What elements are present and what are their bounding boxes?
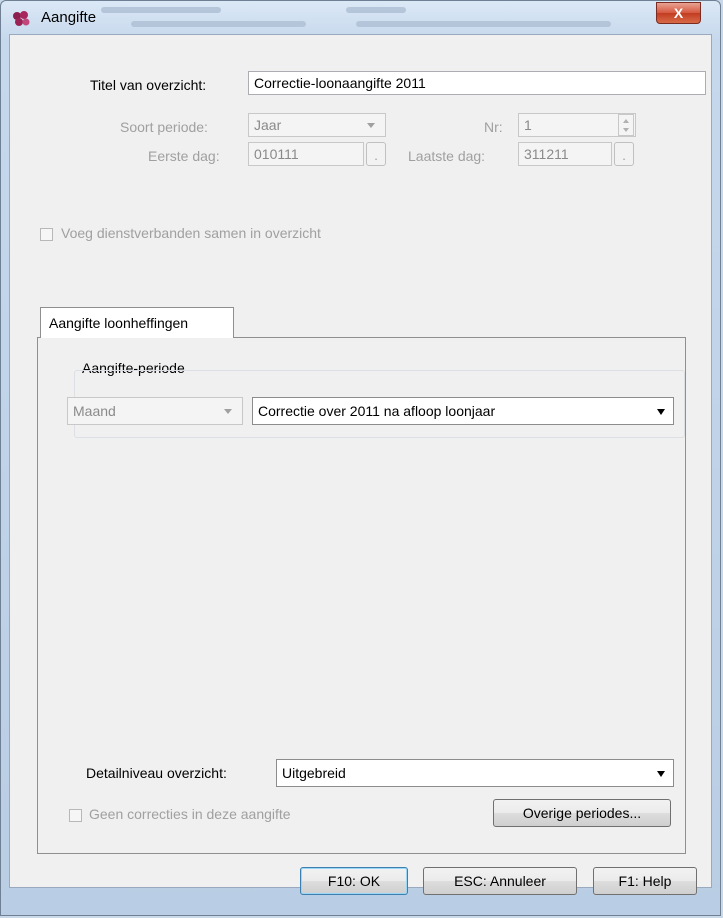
nr-label: Nr: <box>484 119 503 135</box>
background-ghost <box>101 7 221 13</box>
eerste-dag-label: Eerste dag: <box>148 148 220 164</box>
detailniveau-value: Uitgebreid <box>282 765 346 781</box>
help-button[interactable]: F1: Help <box>593 867 697 895</box>
periode-select[interactable]: Correctie over 2011 na afloop loonjaar <box>252 397 674 425</box>
background-ghost <box>346 7 406 13</box>
soort-periode-value: Jaar <box>254 117 282 133</box>
tab-aangifte-loonheffingen[interactable]: Aangifte loonheffingen <box>40 307 234 338</box>
maand-select[interactable]: Maand <box>67 397 243 425</box>
voeg-samen-label: Voeg dienstverbanden samen in overzicht <box>61 225 321 241</box>
voeg-samen-checkbox[interactable] <box>40 228 53 241</box>
date-picker-icon: . <box>622 148 626 163</box>
titel-label: Titel van overzicht: <box>90 77 207 93</box>
window-title: Aangifte <box>41 9 97 26</box>
detailniveau-select[interactable]: Uitgebreid <box>276 759 674 787</box>
chevron-down-icon <box>657 771 665 777</box>
nr-spinner[interactable] <box>618 114 634 136</box>
laatste-dag-picker-button[interactable]: . <box>614 142 634 166</box>
cancel-button[interactable]: ESC: Annuleer <box>423 867 577 895</box>
dialog-window: Aangifte X Titel van overzicht: Correcti… <box>0 0 721 916</box>
geen-correcties-checkbox[interactable] <box>69 809 82 822</box>
spin-down-icon <box>623 128 629 132</box>
app-flower-icon <box>13 11 30 26</box>
laatste-dag-input[interactable]: 311211 <box>518 142 612 166</box>
eerste-dag-input[interactable]: 010111 <box>248 142 364 166</box>
dialog-client-area: Titel van overzicht: Correctie-loonaangi… <box>9 34 712 888</box>
titel-input[interactable]: Correctie-loonaangifte 2011 <box>248 71 706 95</box>
soort-periode-select[interactable]: Jaar <box>248 113 386 137</box>
chevron-down-icon <box>657 409 665 415</box>
spin-up-icon <box>623 119 629 123</box>
chevron-down-icon <box>224 409 232 414</box>
chevron-down-icon <box>367 123 375 128</box>
laatste-dag-label: Laatste dag: <box>408 148 486 164</box>
background-ghost <box>131 21 306 27</box>
title-bar[interactable]: Aangifte X <box>1 1 720 35</box>
maand-value: Maand <box>73 403 116 419</box>
date-picker-icon: . <box>374 148 378 163</box>
ok-button[interactable]: F10: OK <box>300 867 408 895</box>
detailniveau-label: Detailniveau overzicht: <box>86 765 227 781</box>
nr-value: 1 <box>524 117 532 133</box>
tab-panel: Aangifte-periode Maand Correctie over 20… <box>37 337 686 854</box>
eerste-dag-picker-button[interactable]: . <box>366 142 386 166</box>
periode-value: Correctie over 2011 na afloop loonjaar <box>258 403 496 419</box>
overige-periodes-button[interactable]: Overige periodes... <box>493 799 671 827</box>
close-button[interactable]: X <box>656 2 701 24</box>
close-icon: X <box>673 5 684 21</box>
background-ghost <box>356 21 611 27</box>
geen-correcties-label: Geen correcties in deze aangifte <box>89 806 291 822</box>
soort-periode-label: Soort periode: <box>120 119 208 135</box>
